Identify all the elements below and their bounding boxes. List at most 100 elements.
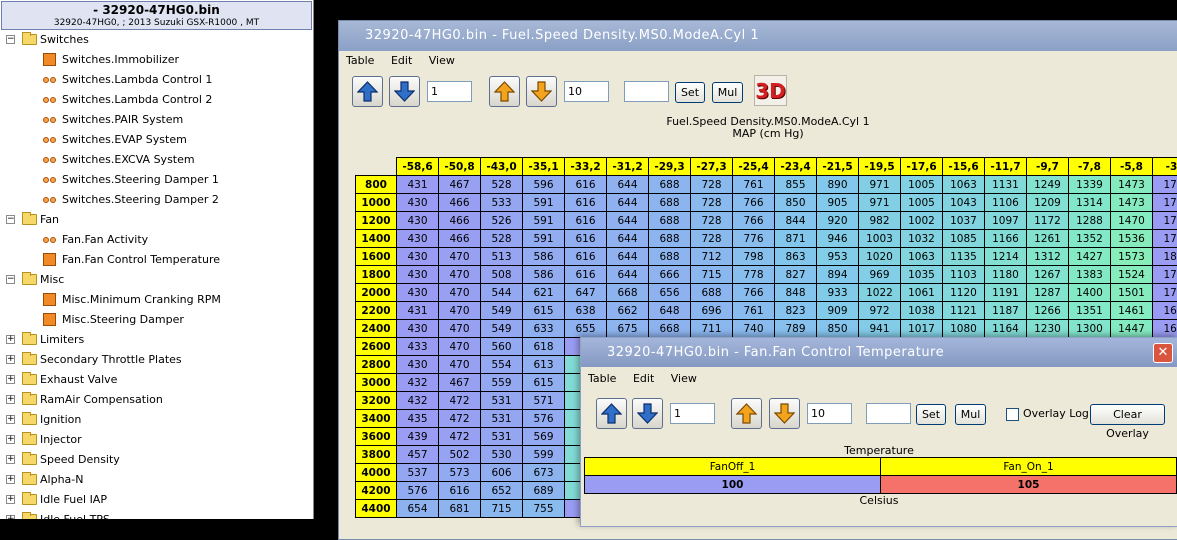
fuel-cell[interactable]: 531 [481,410,523,428]
fuel-cell[interactable]: 1005 [901,194,943,212]
fuel-cell[interactable]: 430 [397,248,439,266]
fuel-cell[interactable]: 470 [439,320,481,338]
fuel-cell[interactable]: 467 [439,374,481,392]
fuel-cell[interactable]: 615 [523,374,565,392]
menu-table[interactable]: Table [346,54,374,67]
fuel-cell[interactable]: 470 [439,284,481,302]
fuel-cell[interactable]: 1351 [1069,302,1111,320]
fuel-cell[interactable]: 909 [817,302,859,320]
fuel-cell[interactable]: 530 [481,446,523,464]
x-header-cell[interactable]: -43,0 [481,158,523,176]
fuel-cell[interactable]: 668 [607,284,649,302]
fuel-cell[interactable]: 470 [439,248,481,266]
rpm-header-cell[interactable]: 2000 [356,284,397,302]
fan-decrease-amount-button[interactable] [769,398,800,429]
x-header-cell[interactable]: -9,7 [1027,158,1069,176]
increase-amount-button[interactable] [489,76,520,107]
fuel-cell[interactable]: 571 [523,392,565,410]
fuel-cell[interactable]: 526 [481,212,523,230]
fuel-cell[interactable]: 537 [397,464,439,482]
fuel-cell[interactable]: 688 [649,248,691,266]
fuel-cell[interactable]: 1339 [1069,176,1111,194]
fuel-cell[interactable]: 969 [859,266,901,284]
fuel-cell[interactable]: 850 [775,194,817,212]
fuel-cell[interactable]: 755 [523,500,565,518]
menu-view[interactable]: View [429,54,455,67]
tree-item[interactable]: Switches.Steering Damper 1 [0,171,310,189]
fuel-cell[interactable]: 655 [565,320,607,338]
fuel-cell[interactable]: 638 [565,302,607,320]
fuel-cell[interactable]: 163 [1153,320,1177,338]
fuel-cell[interactable]: 616 [565,266,607,284]
fuel-cell[interactable]: 1187 [985,302,1027,320]
fuel-cell[interactable]: 1166 [985,230,1027,248]
fuel-cell[interactable]: 1063 [943,176,985,194]
fan-step-input[interactable]: 1 [670,403,715,424]
fuel-cell[interactable]: 681 [439,500,481,518]
menu-edit[interactable]: Edit [391,54,412,67]
fuel-cell[interactable]: 430 [397,320,439,338]
x-header-cell[interactable]: -23,4 [775,158,817,176]
fuel-cell[interactable]: 618 [523,338,565,356]
fuel-cell[interactable]: 467 [439,176,481,194]
expand-icon[interactable]: + [6,355,15,364]
fuel-cell[interactable]: 894 [817,266,859,284]
fuel-cell[interactable]: 472 [439,392,481,410]
fuel-cell[interactable]: 688 [649,176,691,194]
fuel-cell[interactable]: 430 [397,230,439,248]
fuel-cell[interactable]: 766 [733,212,775,230]
fuel-cell[interactable]: 644 [607,248,649,266]
fan-amount-input[interactable]: 10 [807,403,852,424]
fuel-cell[interactable]: 675 [607,320,649,338]
x-header-cell[interactable]: -17,6 [901,158,943,176]
fuel-cell[interactable]: 431 [397,302,439,320]
fuel-cell[interactable]: 1017 [901,320,943,338]
fan-window-titlebar[interactable]: 32920-47HG0.bin - Fan.Fan Control Temper… [581,338,1177,367]
fuel-cell[interactable]: 972 [859,302,901,320]
fuel-cell[interactable]: 1180 [985,266,1027,284]
fuel-cell[interactable]: 1266 [1027,302,1069,320]
x-header-cell[interactable]: -19,5 [859,158,901,176]
rpm-header-cell[interactable]: 2800 [356,356,397,374]
fuel-cell[interactable]: 789 [775,320,817,338]
tree-folder[interactable]: +Limiters [0,331,310,349]
fuel-cell[interactable]: 1038 [901,302,943,320]
fuel-cell[interactable]: 863 [775,248,817,266]
expand-icon[interactable]: + [6,335,15,344]
fuel-cell[interactable]: 173 [1153,266,1177,284]
fuel-cell[interactable]: 1230 [1027,320,1069,338]
x-header-cell[interactable]: -3, [1153,158,1177,176]
fuel-cell[interactable]: 1536 [1111,230,1153,248]
fuel-cell[interactable]: 1003 [859,230,901,248]
fuel-cell[interactable]: 971 [859,194,901,212]
fuel-cell[interactable]: 586 [523,248,565,266]
tree-folder[interactable]: +Alpha-N [0,471,310,489]
rpm-header-cell[interactable]: 800 [356,176,397,194]
fuel-cell[interactable]: 696 [691,302,733,320]
fuel-cell[interactable]: 430 [397,266,439,284]
rpm-header-cell[interactable]: 2200 [356,302,397,320]
fuel-cell[interactable]: 432 [397,392,439,410]
fuel-cell[interactable]: 761 [733,176,775,194]
fuel-cell[interactable]: 1002 [901,212,943,230]
fuel-cell[interactable]: 591 [523,212,565,230]
fuel-cell[interactable]: 621 [523,284,565,302]
tree-item[interactable]: Switches.Steering Damper 2 [0,191,310,209]
x-header-cell[interactable]: -29,3 [649,158,691,176]
fuel-cell[interactable]: 171 [1153,212,1177,230]
fuel-cell[interactable]: 472 [439,410,481,428]
collapse-icon[interactable]: − [6,215,15,224]
fuel-cell[interactable]: 688 [691,284,733,302]
fuel-cell[interactable]: 586 [523,266,565,284]
fan-set-button[interactable]: Set [916,404,946,425]
collapse-icon[interactable]: − [6,35,15,44]
fan-increase-button[interactable] [596,398,627,429]
fuel-cell[interactable]: 1501 [1111,284,1153,302]
expand-icon[interactable]: + [6,475,15,484]
x-header-cell[interactable]: -21,5 [817,158,859,176]
fuel-cell[interactable]: 798 [733,248,775,266]
fuel-cell[interactable]: 470 [439,338,481,356]
fuel-cell[interactable]: 466 [439,212,481,230]
fuel-cell[interactable]: 615 [523,302,565,320]
fuel-cell[interactable]: 668 [649,320,691,338]
